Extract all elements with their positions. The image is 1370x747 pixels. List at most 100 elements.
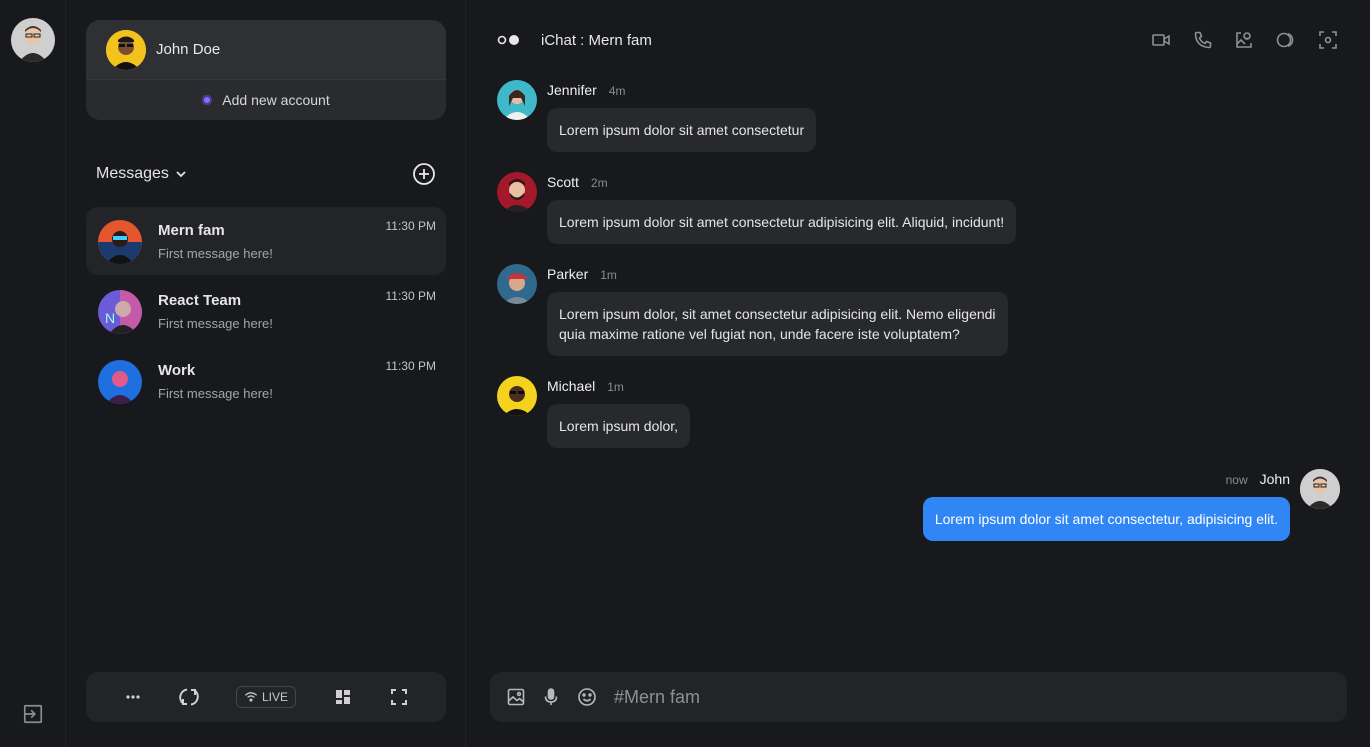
sidebar-toolbar: LIVE [86, 672, 446, 722]
voice-message-button[interactable] [541, 687, 561, 707]
fullscreen-button[interactable] [387, 685, 411, 709]
sender-name: Parker [547, 266, 589, 282]
conversation-item[interactable]: N React Team First message here! 11:30 P… [86, 277, 446, 345]
account-avatar-icon [106, 29, 146, 70]
video-call-button[interactable] [1151, 30, 1171, 50]
image-gallery-icon [1236, 32, 1252, 48]
message-meta: Jennifer 4m [547, 82, 625, 98]
voice-call-button[interactable] [1193, 30, 1213, 50]
conversation-time: 11:30 PM [385, 359, 436, 373]
live-label: LIVE [261, 690, 288, 704]
conversation-preview: First message here! [158, 386, 273, 401]
message-meta: Michael 1m [547, 378, 624, 394]
current-account[interactable]: John Doe [86, 20, 446, 80]
toggle-icon [1276, 32, 1294, 48]
emoji-icon [578, 688, 596, 706]
more-button[interactable] [121, 685, 145, 709]
sender-avatar [497, 376, 537, 416]
sender-avatar [497, 80, 537, 120]
media-button[interactable] [1234, 30, 1254, 50]
sender-avatar [497, 264, 537, 304]
sync-button[interactable] [177, 685, 201, 709]
video-camera-icon [1152, 34, 1170, 46]
logout-icon [23, 704, 43, 724]
scott-avatar-icon [497, 172, 537, 212]
michael-avatar-icon [497, 376, 537, 416]
message-composer [490, 672, 1347, 722]
chevron-down-icon[interactable] [175, 168, 187, 180]
add-account-icon [202, 95, 213, 105]
toggle-button[interactable] [1276, 30, 1296, 50]
own-message-item: now John Lorem ipsum dolor sit amet conse… [880, 469, 1340, 541]
message-time: 2m [590, 176, 608, 190]
group-avatar-icon [98, 360, 142, 404]
message-meta: now John [1226, 471, 1290, 487]
conversation-avatar: N [98, 290, 142, 334]
chat-panel: iChat : Mern fam Jennifer 4m Lorem ipsum… [467, 0, 1370, 747]
microphone-icon [544, 688, 558, 705]
conversation-preview: First message here! [158, 316, 273, 331]
user-avatar[interactable] [11, 18, 55, 62]
sync-icon [179, 688, 199, 706]
message-meta: Parker 1m [547, 266, 617, 282]
conversation-preview: First message here! [158, 246, 273, 261]
plus-circle-icon [413, 163, 435, 185]
message-time: 4m [608, 84, 626, 98]
emoji-button[interactable] [577, 687, 597, 707]
add-account-button[interactable]: Add new account [86, 80, 446, 120]
messages-dropdown[interactable]: Messages [96, 165, 169, 183]
wifi-icon [244, 692, 258, 702]
conversation-name: Work [158, 362, 196, 379]
group-avatar-icon: N [98, 290, 142, 334]
dashboard-icon [336, 690, 350, 704]
account-name: John Doe [156, 41, 221, 58]
message-input[interactable] [614, 684, 1314, 710]
own-avatar [1300, 469, 1340, 509]
sender-name: Michael [547, 378, 596, 394]
account-switcher: John Doe Add new account [86, 20, 446, 120]
message-line: quia maxime ratione vel fugiat non, unde… [559, 326, 960, 342]
conversation-avatar [98, 220, 142, 264]
chat-header: iChat : Mern fam [497, 28, 652, 52]
messages-header: Messages [96, 162, 436, 186]
focus-icon [1319, 31, 1337, 49]
live-button[interactable]: LIVE [236, 686, 296, 708]
conversation-item[interactable]: Mern fam First message here! 11:30 PM [86, 207, 446, 275]
message-bubble: Lorem ipsum dolor, [547, 404, 691, 448]
jennifer-avatar-icon [497, 80, 537, 120]
parker-avatar-icon [497, 264, 537, 304]
sender-avatar [497, 172, 537, 212]
message-meta: Scott 2m [547, 174, 608, 190]
logout-button[interactable] [22, 703, 44, 725]
phone-icon [1194, 31, 1212, 49]
focus-button[interactable] [1318, 30, 1338, 50]
conversation-name: Mern fam [158, 222, 225, 239]
sender-name: Jennifer [547, 82, 597, 98]
message-line: Lorem ipsum dolor, sit amet consectetur … [559, 306, 996, 322]
svg-text:N: N [105, 310, 115, 326]
conversation-item[interactable]: Work First message here! 11:30 PM [86, 347, 446, 415]
conversation-sidebar: John Doe Add new account Messages Mern f… [66, 0, 466, 747]
conversation-time: 11:30 PM [385, 289, 436, 303]
conversation-name: React Team [158, 292, 242, 309]
message-bubble: Lorem ipsum dolor, sit amet consectetur … [547, 292, 1008, 356]
message-bubble: Lorem ipsum dolor sit amet consectetur [547, 108, 817, 152]
chat-title: iChat : Mern fam [541, 31, 652, 49]
dashboard-button[interactable] [331, 685, 355, 709]
sender-name: John [1259, 471, 1290, 487]
new-conversation-button[interactable] [412, 162, 436, 186]
add-account-label: Add new account [222, 92, 330, 108]
more-dots-icon [126, 695, 140, 699]
ichat-logo-icon [497, 35, 519, 45]
attach-image-button[interactable] [506, 687, 526, 707]
message-time: 1m [607, 380, 624, 394]
user-avatar-icon [11, 18, 55, 62]
sender-name: Scott [547, 174, 579, 190]
own-message-bubble: Lorem ipsum dolor sit amet consectetur, … [922, 497, 1290, 541]
john-avatar-icon [1300, 469, 1340, 509]
message-time: 1m [600, 268, 617, 282]
image-icon [507, 688, 525, 706]
conversation-avatar [98, 360, 142, 404]
group-avatar-icon [98, 220, 142, 264]
message-bubble: Lorem ipsum dolor sit amet consectetur a… [547, 200, 1017, 244]
